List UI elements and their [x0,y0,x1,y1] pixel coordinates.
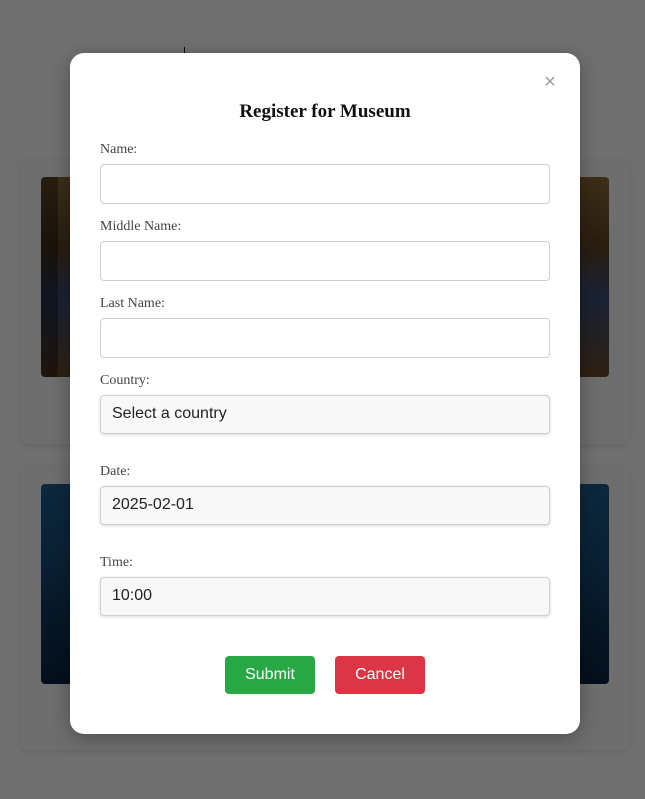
submit-button[interactable]: Submit [225,656,315,694]
middle-name-label: Middle Name: [100,219,182,234]
country-label: Country: [100,373,150,388]
last-name-label: Last Name: [100,296,165,311]
date-input[interactable]: 2025-02-01 [100,486,550,525]
country-select[interactable]: Select a country [100,395,550,434]
country-select-value: Select a country [112,405,227,422]
register-modal: × Register for Museum Name: Middle Name:… [70,53,580,734]
middle-name-input[interactable] [100,241,550,281]
cancel-button[interactable]: Cancel [335,656,425,694]
time-input[interactable]: 10:00 [100,577,550,616]
close-icon[interactable]: × [542,71,558,93]
time-input-value: 10:00 [112,587,153,604]
modal-title: Register for Museum [239,101,411,122]
date-input-value: 2025-02-01 [112,496,194,513]
last-name-input[interactable] [100,318,550,358]
name-input[interactable] [100,164,550,204]
time-label: Time: [100,555,133,570]
name-label: Name: [100,142,138,157]
date-label: Date: [100,464,131,479]
